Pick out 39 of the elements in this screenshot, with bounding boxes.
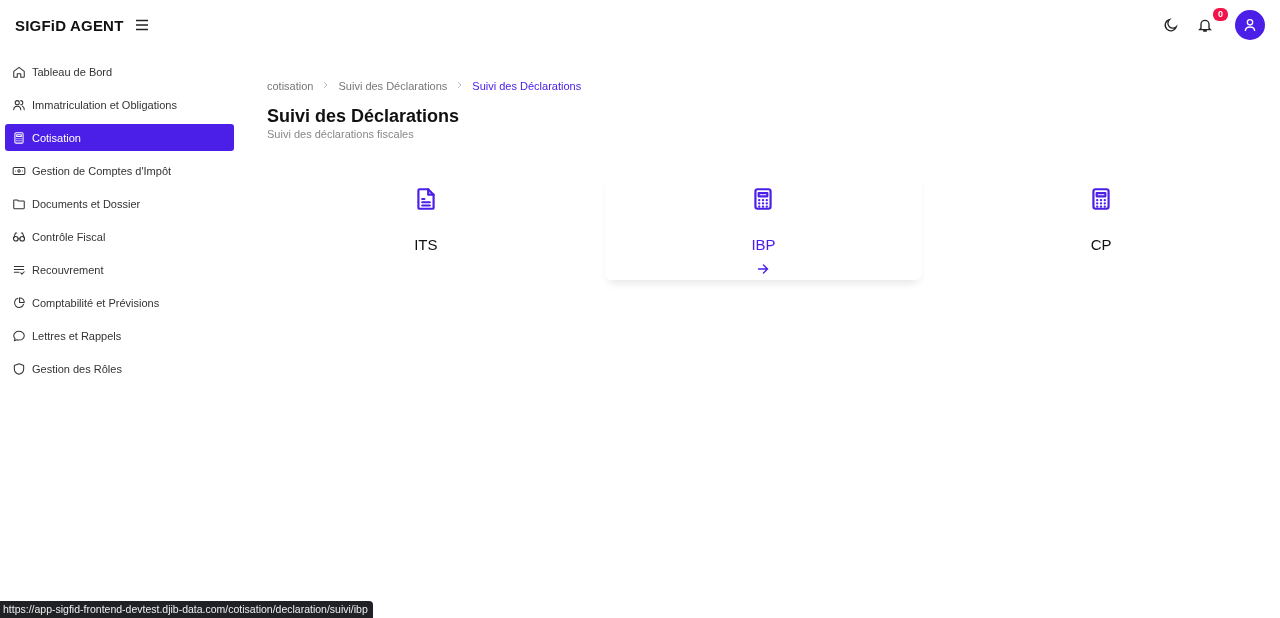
speech-bubble-icon — [12, 328, 26, 343]
notification-badge: 0 — [1213, 8, 1228, 21]
page-subtitle: Suivi des déclarations fiscales — [267, 128, 415, 140]
folder-icon — [12, 196, 26, 211]
menu-icon[interactable] — [134, 19, 149, 31]
breadcrumb-link[interactable]: cotisation — [267, 80, 314, 92]
bell-icon[interactable] — [1197, 17, 1213, 33]
declaration-card[interactable]: ITS — [267, 174, 585, 280]
sidebar-item[interactable]: Immatriculation et Obligations — [5, 91, 234, 118]
sidebar-item[interactable]: Comptabilité et Prévisions — [5, 289, 234, 316]
sidebar-item[interactable]: Contrôle Fiscal — [5, 223, 234, 250]
calculator-icon — [12, 130, 26, 145]
sidebar-item[interactable]: Gestion des Rôles — [5, 355, 234, 382]
status-url: https://app-sigfid-frontend-devtest.djib-data.com/cotisation/declaration/suivi/ibp — [0, 601, 373, 618]
page-title: Suivi des Déclarations — [267, 106, 461, 127]
card-label: IBP — [751, 236, 776, 253]
sidebar-item[interactable]: Tableau de Bord — [5, 58, 234, 85]
pie-chart-icon — [12, 295, 26, 310]
users-icon — [12, 97, 26, 112]
moon-icon[interactable] — [1163, 17, 1179, 33]
chevron-icon — [457, 81, 463, 89]
card-label: CP — [1090, 236, 1112, 253]
glasses-icon — [12, 229, 26, 244]
shield-icon — [12, 361, 26, 376]
home-icon — [12, 64, 26, 79]
sidebar-item[interactable]: Documents et Dossier — [5, 190, 234, 217]
chevron-icon — [323, 81, 329, 89]
sidebar-item[interactable]: Recouvrement — [5, 256, 234, 283]
breadcrumb-link[interactable]: Suivi des Déclarations — [472, 80, 582, 92]
user-avatar[interactable] — [1235, 10, 1265, 40]
sidebar-item[interactable]: Cotisation — [5, 124, 234, 151]
sidebar-item[interactable]: Lettres et Rappels — [5, 322, 234, 349]
card-label: ITS — [414, 236, 438, 253]
arrow-right-icon — [757, 263, 770, 275]
app-title: SIGFiD AGENT — [15, 16, 124, 34]
declaration-card[interactable]: IBP — [604, 174, 923, 280]
sidebar-item[interactable]: Gestion de Comptes d'Impôt — [5, 157, 234, 184]
declaration-card[interactable]: CP — [942, 174, 1260, 280]
breadcrumb-link[interactable]: Suivi des Déclarations — [338, 80, 448, 92]
